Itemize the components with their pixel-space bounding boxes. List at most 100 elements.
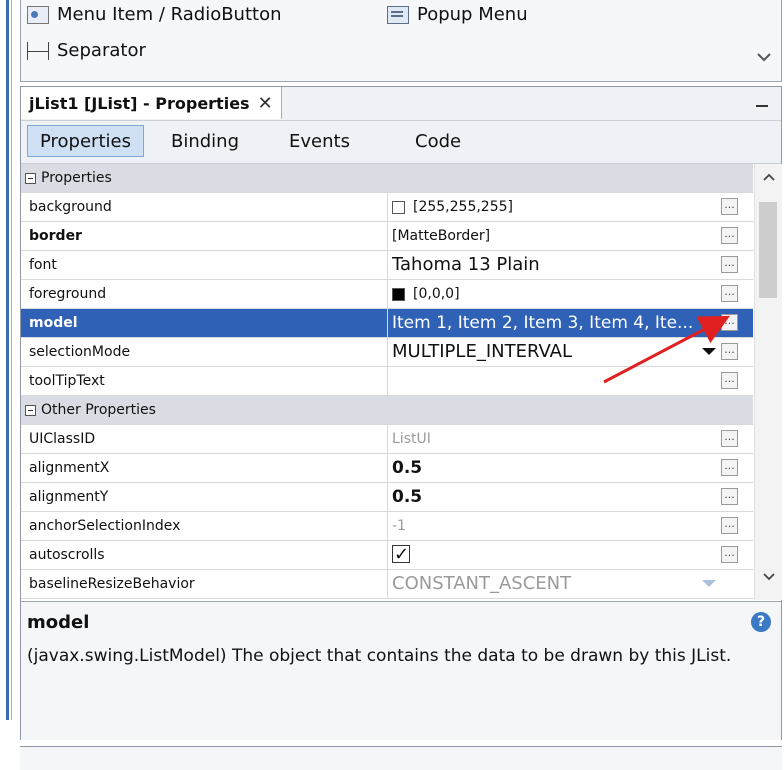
help-icon[interactable]: ? bbox=[751, 612, 771, 632]
ellipsis-button[interactable]: ... bbox=[721, 372, 738, 389]
palette-item-label: Menu Item / RadioButton bbox=[57, 4, 282, 25]
property-row-foreground[interactable]: foreground [0,0,0] ... bbox=[21, 280, 753, 309]
property-row-selectionmode[interactable]: selectionMode MULTIPLE_INTERVAL ... bbox=[21, 338, 753, 367]
property-name: background bbox=[29, 199, 112, 215]
color-swatch bbox=[392, 200, 405, 214]
property-value[interactable] bbox=[387, 367, 721, 395]
section-header: Other Properties bbox=[25, 396, 156, 424]
palette-item-label: Separator bbox=[57, 40, 146, 61]
property-row-alignmenty[interactable]: alignmentY 0.5 ... bbox=[21, 483, 753, 512]
property-name: baselineResizeBehavior bbox=[29, 576, 195, 592]
left-gutter bbox=[0, 0, 14, 769]
property-value[interactable]: 0.5 bbox=[387, 454, 721, 482]
dropdown-arrow-icon bbox=[702, 580, 716, 587]
property-row-background[interactable]: background [255,255,255] ... bbox=[21, 193, 753, 222]
property-name: foreground bbox=[29, 286, 107, 302]
collapse-icon[interactable] bbox=[25, 172, 36, 184]
property-value[interactable]: 0.5 bbox=[387, 483, 721, 511]
property-row-model[interactable]: model Item 1, Item 2, Item 3, Item 4, It… bbox=[21, 309, 753, 338]
property-value[interactable]: Tahoma 13 Plain bbox=[387, 251, 721, 279]
chevron-down-icon[interactable] bbox=[757, 50, 771, 66]
radio-menu-icon bbox=[27, 5, 49, 24]
property-row-autoscrolls[interactable]: autoscrolls ... bbox=[21, 541, 753, 570]
palette-item-popup-menu[interactable]: Popup Menu bbox=[387, 4, 528, 25]
tab-binding[interactable]: Binding bbox=[159, 125, 251, 157]
ellipsis-button[interactable]: ... bbox=[721, 430, 738, 447]
property-name: alignmentX bbox=[29, 460, 110, 476]
ellipsis-button[interactable]: ... bbox=[721, 256, 738, 273]
popup-menu-icon bbox=[387, 5, 409, 24]
properties-tabs: Properties Binding Events Code bbox=[21, 121, 781, 164]
property-name: selectionMode bbox=[29, 344, 131, 360]
ellipsis-button[interactable]: ... bbox=[721, 459, 738, 476]
property-name: anchorSelectionIndex bbox=[29, 518, 181, 534]
property-row-border[interactable]: border [MatteBorder] ... bbox=[21, 222, 753, 251]
separator-icon bbox=[27, 41, 49, 60]
property-name: model bbox=[29, 315, 78, 331]
section-header: Properties bbox=[25, 164, 112, 192]
property-value-text: [255,255,255] bbox=[413, 199, 513, 215]
property-sheet: Properties background [255,255,255] ... … bbox=[21, 164, 753, 600]
ellipsis-button[interactable]: ... bbox=[721, 343, 738, 360]
ellipsis-button[interactable]: ... bbox=[721, 488, 738, 505]
property-row-font[interactable]: font Tahoma 13 Plain ... bbox=[21, 251, 753, 280]
property-value: CONSTANT_ASCENT bbox=[387, 570, 721, 598]
property-value-text: CONSTANT_ASCENT bbox=[392, 573, 572, 594]
property-value[interactable]: MULTIPLE_INTERVAL bbox=[387, 338, 721, 366]
property-value[interactable]: [255,255,255] bbox=[387, 193, 721, 221]
property-value[interactable] bbox=[387, 541, 721, 569]
palette-panel: Menu Item / RadioButton Popup Menu Separ… bbox=[20, 0, 782, 82]
properties-panel: jList1 [JList] - Properties ✕ Properties… bbox=[20, 86, 782, 740]
property-value: -1 bbox=[387, 512, 721, 540]
ellipsis-button[interactable]: ... bbox=[721, 517, 738, 534]
property-name: autoscrolls bbox=[29, 547, 105, 563]
autoscrolls-checkbox[interactable] bbox=[392, 541, 410, 569]
scroll-down-icon[interactable] bbox=[763, 570, 775, 584]
property-value[interactable]: [MatteBorder] bbox=[387, 222, 721, 250]
property-name: font bbox=[29, 257, 57, 273]
scroll-up-icon[interactable] bbox=[763, 170, 775, 184]
property-value[interactable]: [0,0,0] bbox=[387, 280, 721, 308]
palette-item-separator[interactable]: Separator bbox=[27, 40, 146, 61]
section-properties[interactable]: Properties bbox=[21, 164, 753, 193]
ellipsis-button[interactable]: ... bbox=[721, 546, 738, 563]
property-row-anchorselectionindex[interactable]: anchorSelectionIndex -1 ... bbox=[21, 512, 753, 541]
dropdown-arrow-icon[interactable] bbox=[702, 348, 716, 355]
tab-properties[interactable]: Properties bbox=[27, 125, 144, 157]
panel-titlebar: jList1 [JList] - Properties ✕ bbox=[21, 87, 781, 121]
panel-title-tab[interactable]: jList1 [JList] - Properties ✕ bbox=[21, 87, 282, 119]
tab-events[interactable]: Events bbox=[277, 125, 362, 157]
property-name: toolTipText bbox=[29, 373, 105, 389]
property-value-text: MULTIPLE_INTERVAL bbox=[392, 341, 572, 362]
ellipsis-button[interactable]: ... bbox=[721, 314, 738, 331]
tab-code[interactable]: Code bbox=[403, 125, 473, 157]
property-row-tooltiptext[interactable]: toolTipText ... bbox=[21, 367, 753, 396]
panel-title: jList1 [JList] - Properties bbox=[29, 93, 250, 113]
property-value[interactable]: Item 1, Item 2, Item 3, Item 4, Ite... bbox=[387, 309, 721, 337]
ellipsis-button[interactable]: ... bbox=[721, 285, 738, 302]
ellipsis-button[interactable]: ... bbox=[721, 198, 738, 215]
left-border-accent-light bbox=[11, 0, 12, 720]
property-description: model ? (javax.swing.ListModel) The obje… bbox=[21, 601, 781, 740]
ellipsis-button[interactable]: ... bbox=[721, 227, 738, 244]
property-name: alignmentY bbox=[29, 489, 109, 505]
collapse-icon[interactable] bbox=[25, 404, 36, 416]
description-text: (javax.swing.ListModel) The object that … bbox=[27, 646, 732, 666]
section-label: Other Properties bbox=[41, 402, 156, 418]
palette-item-menu-item-radiobutton[interactable]: Menu Item / RadioButton bbox=[27, 4, 282, 25]
close-icon[interactable]: ✕ bbox=[258, 93, 273, 114]
property-value-text: [0,0,0] bbox=[413, 286, 460, 302]
property-row-uiclassid[interactable]: UIClassID ListUI ... bbox=[21, 425, 753, 454]
property-row-baselineresizebehavior[interactable]: baselineResizeBehavior CONSTANT_ASCENT bbox=[21, 570, 753, 599]
property-name: border bbox=[29, 228, 82, 244]
property-value: ListUI bbox=[387, 425, 721, 453]
property-row-alignmentx[interactable]: alignmentX 0.5 ... bbox=[21, 454, 753, 483]
vertical-scrollbar[interactable] bbox=[754, 164, 782, 600]
scrollbar-thumb[interactable] bbox=[759, 202, 777, 298]
palette-item-label: Popup Menu bbox=[417, 4, 528, 25]
section-other-properties[interactable]: Other Properties bbox=[21, 396, 753, 425]
bottom-panel-edge bbox=[20, 746, 782, 770]
property-name: UIClassID bbox=[29, 431, 96, 447]
description-title: model bbox=[27, 612, 90, 633]
minimize-icon[interactable] bbox=[755, 93, 769, 114]
